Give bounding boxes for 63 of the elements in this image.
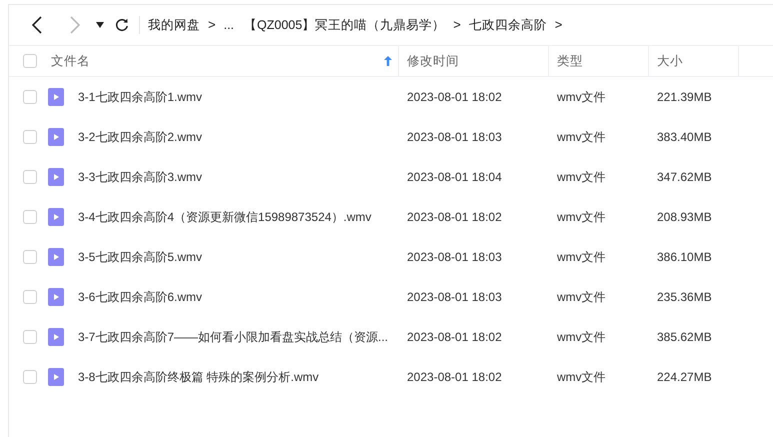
breadcrumb-separator: > [453,16,461,34]
video-file-icon [48,168,64,186]
column-header[interactable]: 修改时间 [407,52,459,70]
column-header[interactable]: 大小 [657,52,683,70]
file-size-cell-text: 383.40MB [657,129,712,146]
file-size-cell-text: 235.36MB [657,289,712,306]
video-file-icon [48,208,64,226]
file-name-link[interactable]: 3-7七政四余高阶7——如何看小限加看盘实战总结（资源... [78,328,388,346]
modified-time-cell-text: 2023-08-01 18:02 [407,89,502,106]
video-file-icon [48,328,64,346]
column-header[interactable]: 文件名 [51,52,384,70]
breadcrumb-separator: > [554,16,562,34]
file-size-cell-text: 208.93MB [657,209,712,226]
modified-time-cell-text: 2023-08-01 18:02 [407,369,502,386]
file-name-link[interactable]: 3-6七政四余高阶6.wmv [78,288,202,306]
checkbox[interactable] [23,90,37,104]
file-size-cell-text: 221.39MB [657,89,712,106]
modified-time-cell-text: 2023-08-01 18:03 [407,289,502,306]
modified-time-cell-text: 2023-08-01 18:04 [407,169,502,186]
file-name-link[interactable]: 3-3七政四余高阶3.wmv [78,168,202,186]
checkbox[interactable] [23,290,37,304]
file-type-cell-text: wmv文件 [557,369,606,386]
checkbox[interactable] [23,370,37,384]
refresh-icon [115,18,129,32]
checkbox[interactable] [23,54,37,68]
file-size-cell-text: 347.62MB [657,169,712,186]
file-name-link[interactable]: 3-2七政四余高阶2.wmv [78,128,202,146]
file-name-link[interactable]: 3-5七政四余高阶5.wmv [78,248,202,266]
caret-icon [96,22,104,28]
file-name-link[interactable]: 3-8七政四余高阶终极篇 特殊的案例分析.wmv [78,368,319,386]
file-name-link[interactable]: 3-1七政四余高阶1.wmv [78,88,202,106]
modified-time-cell-text: 2023-08-01 18:03 [407,129,502,146]
checkbox[interactable] [23,330,37,344]
column-header[interactable]: 类型 [557,52,583,70]
breadcrumb-link[interactable]: 我的网盘 [148,16,200,34]
file-type-cell-text: wmv文件 [557,289,606,306]
modified-time-cell-text: 2023-08-01 18:03 [407,249,502,266]
video-file-icon [48,128,64,146]
file-type-cell-text: wmv文件 [557,169,606,186]
file-type-cell-text: wmv文件 [557,209,606,226]
modified-time-cell-text: 2023-08-01 18:02 [407,209,502,226]
breadcrumb-link[interactable]: 【QZ0005】冥王的喵（九鼎易学） [244,16,446,34]
modified-time-cell-text: 2023-08-01 18:02 [407,329,502,346]
file-size-cell-text: 386.10MB [657,249,712,266]
video-file-icon [48,368,64,386]
video-file-icon [48,288,64,306]
sort-arrow-icon[interactable] [384,56,392,66]
file-type-cell-text: wmv文件 [557,249,606,266]
breadcrumb-link[interactable]: 七政四余高阶 [468,16,547,34]
checkbox[interactable] [23,130,37,144]
file-type-cell-text: wmv文件 [557,329,606,346]
file-name-link[interactable]: 3-4七政四余高阶4（资源更新微信15989873524）.wmv [78,208,372,226]
breadcrumb-link[interactable]: ... [224,16,234,34]
video-file-icon [48,88,64,106]
video-file-icon [48,248,64,266]
checkbox[interactable] [23,210,37,224]
file-size-cell-text: 385.62MB [657,329,712,346]
checkbox[interactable] [23,250,37,264]
checkbox[interactable] [23,170,37,184]
file-size-cell-text: 224.27MB [657,369,712,386]
file-type-cell-text: wmv文件 [557,129,606,146]
breadcrumb-separator: > [208,16,216,34]
file-type-cell-text: wmv文件 [557,89,606,106]
